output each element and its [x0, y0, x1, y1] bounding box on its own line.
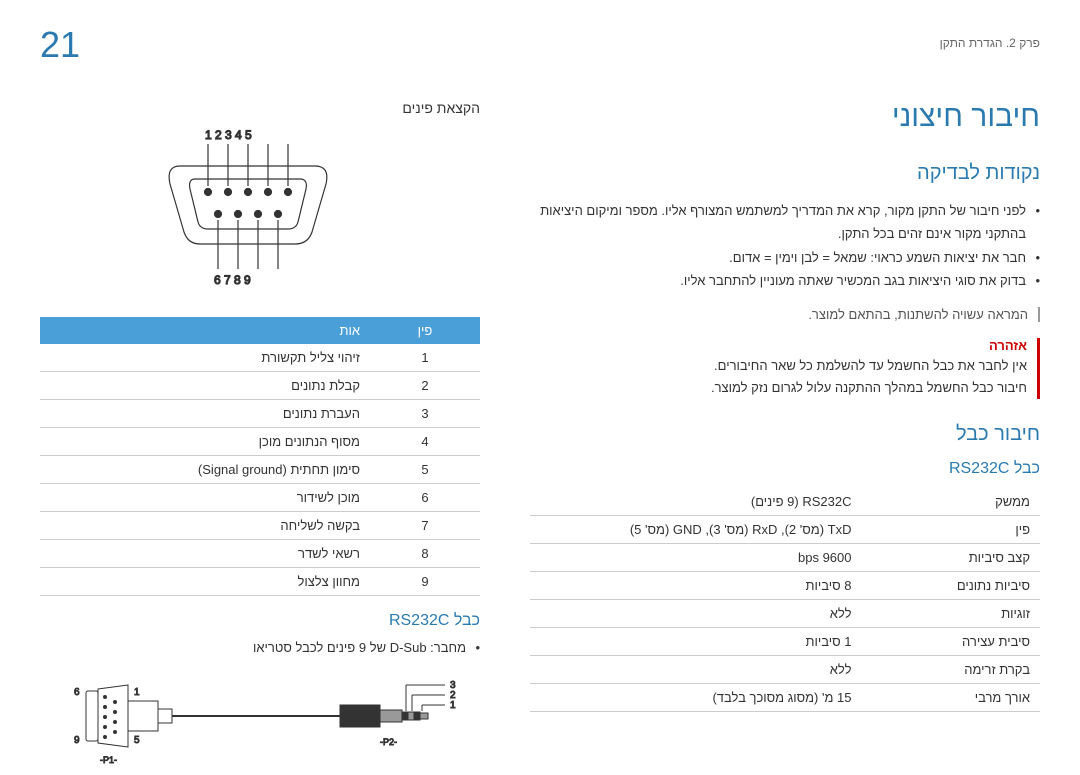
pin-sig: קבלת נתונים [40, 372, 370, 400]
cable-connection-title: חיבור כבל [530, 423, 1040, 446]
pin-num: 3 [370, 400, 480, 428]
table-row: 5סימון תחתית (Signal ground) [40, 456, 480, 484]
checkpoints-title: נקודות לבדיקה [530, 162, 1040, 185]
svg-text:-P2-: -P2- [380, 737, 397, 747]
spec-table: ממשקRS232C (9 פינים) פיןTxD (מס' 2), RxD… [530, 488, 1040, 712]
svg-text:1 2 3 4 5: 1 2 3 4 5 [205, 128, 252, 142]
pin-sig: מוכן לשידור [40, 484, 370, 512]
pin-num: 6 [370, 484, 480, 512]
table-row: 1זיהוי צליל תקשורת [40, 344, 480, 372]
svg-text:6 7 8 9: 6 7 8 9 [214, 273, 251, 287]
spec-val: RS232C (9 פינים) [530, 488, 862, 516]
warning-text: חיבור כבל החשמל במהלך ההתקנה עלול לגרום … [530, 377, 1027, 399]
table-row: 3העברת נתונים [40, 400, 480, 428]
table-row: 8רשאי לשדר [40, 540, 480, 568]
spec-val: TxD (מס' 2), RxD (מס' 3), GND (מס' 5) [530, 515, 862, 543]
pin-sig: רשאי לשדר [40, 540, 370, 568]
db9-connector-diagram: 1 2 3 4 5 6 7 8 9 [40, 124, 480, 299]
pin-sig: זיהוי צליל תקשורת [40, 344, 370, 372]
spec-key: סיבית עצירה [862, 627, 1041, 655]
spec-val: 8 סיביות [530, 571, 862, 599]
table-row: 6מוכן לשידור [40, 484, 480, 512]
main-content: חיבור חיצוני נקודות לבדיקה לפני חיבור של… [40, 100, 1040, 775]
spec-key: בקרת זרימה [862, 655, 1041, 683]
pin-num: 1 [370, 344, 480, 372]
svg-text:5: 5 [134, 735, 140, 746]
column-right: חיבור חיצוני נקודות לבדיקה לפני חיבור של… [530, 100, 1040, 775]
pin-num: 7 [370, 512, 480, 540]
table-row: 7בקשה לשליחה [40, 512, 480, 540]
column-left: הקצאת פינים 1 2 3 4 5 6 7 8 9 [40, 100, 480, 775]
spec-val: 1 סיביות [530, 627, 862, 655]
th-pin: פין [370, 317, 480, 344]
pin-sig: העברת נתונים [40, 400, 370, 428]
spec-key: זוגיות [862, 599, 1041, 627]
table-row: קצב סיביות9600 bps [530, 543, 1040, 571]
spec-key: אורך מרבי [862, 683, 1041, 711]
pin-num: 4 [370, 428, 480, 456]
note-box: המראה עשויה להשתנות, בהתאם למוצר. [530, 307, 1040, 322]
chapter-label: פרק 2. הגדרת התקן [940, 36, 1040, 50]
page-number: 21 [40, 24, 80, 66]
table-row: סיבית עצירה1 סיביות [530, 627, 1040, 655]
list-item: לפני חיבור של התקן מקור, קרא את המדריך ל… [530, 199, 1040, 246]
cable-section-title: כבל RS232C [40, 612, 480, 630]
pin-sig: בקשה לשליחה [40, 512, 370, 540]
cable-note-list: מחבר: D-Sub של 9 פינים לכבל סטריאו [40, 640, 480, 655]
spec-key: קצב סיביות [862, 543, 1041, 571]
list-item: חבר את יציאות השמע כראוי: שמאל = לבן וימ… [530, 246, 1040, 269]
checkpoints-list: לפני חיבור של התקן מקור, קרא את המדריך ל… [530, 199, 1040, 293]
pin-sig: מחוון צלצול [40, 568, 370, 596]
pin-sig: מסוף הנתונים מוכן [40, 428, 370, 456]
table-row: אורך מרבי15 מ' (מסוג מסוכך בלבד) [530, 683, 1040, 711]
table-row: 9מחוון צלצול [40, 568, 480, 596]
table-row: 2קבלת נתונים [40, 372, 480, 400]
spec-val: 15 מ' (מסוג מסוכך בלבד) [530, 683, 862, 711]
table-row: זוגיותללא [530, 599, 1040, 627]
svg-text:6: 6 [74, 687, 80, 698]
pin-num: 5 [370, 456, 480, 484]
note-text: המראה עשויה להשתנות, בהתאם למוצר. [530, 307, 1028, 322]
svg-text:1: 1 [450, 700, 456, 711]
main-title: חיבור חיצוני [530, 100, 1040, 134]
pin-table: פין אות 1זיהוי צליל תקשורת 2קבלת נתונים … [40, 317, 480, 596]
cable-diagram: 6 9 1 5 -P1- [40, 665, 480, 775]
table-row: ממשקRS232C (9 פינים) [530, 488, 1040, 516]
list-item: בדוק את סוגי היציאות בגב המכשיר שאתה מעו… [530, 269, 1040, 292]
th-signal: אות [40, 317, 370, 344]
spec-val: ללא [530, 599, 862, 627]
pin-num: 2 [370, 372, 480, 400]
spec-key: ממשק [862, 488, 1041, 516]
pin-num: 8 [370, 540, 480, 568]
list-item: מחבר: D-Sub של 9 פינים לכבל סטריאו [40, 640, 480, 655]
spec-val: 9600 bps [530, 543, 862, 571]
pin-assignment-title: הקצאת פינים [40, 100, 480, 116]
warning-box: אזהרה אין לחבר את כבל החשמל עד להשלמת כל… [530, 338, 1040, 399]
table-header-row: פין אות [40, 317, 480, 344]
warning-text: אין לחבר את כבל החשמל עד להשלמת כל שאר ה… [530, 355, 1027, 377]
svg-text:1: 1 [134, 687, 140, 698]
pin-num: 9 [370, 568, 480, 596]
pin-sig: סימון תחתית (Signal ground) [40, 456, 370, 484]
svg-text:-P1-: -P1- [100, 755, 117, 765]
warning-title: אזהרה [530, 338, 1027, 353]
table-row: סיביות נתונים8 סיביות [530, 571, 1040, 599]
table-row: 4מסוף הנתונים מוכן [40, 428, 480, 456]
spec-val: ללא [530, 655, 862, 683]
svg-text:9: 9 [74, 735, 80, 746]
table-row: פיןTxD (מס' 2), RxD (מס' 3), GND (מס' 5) [530, 515, 1040, 543]
table-row: בקרת זרימהללא [530, 655, 1040, 683]
spec-key: סיביות נתונים [862, 571, 1041, 599]
cable-subtitle: כבל RS232C [530, 460, 1040, 478]
spec-key: פין [862, 515, 1041, 543]
